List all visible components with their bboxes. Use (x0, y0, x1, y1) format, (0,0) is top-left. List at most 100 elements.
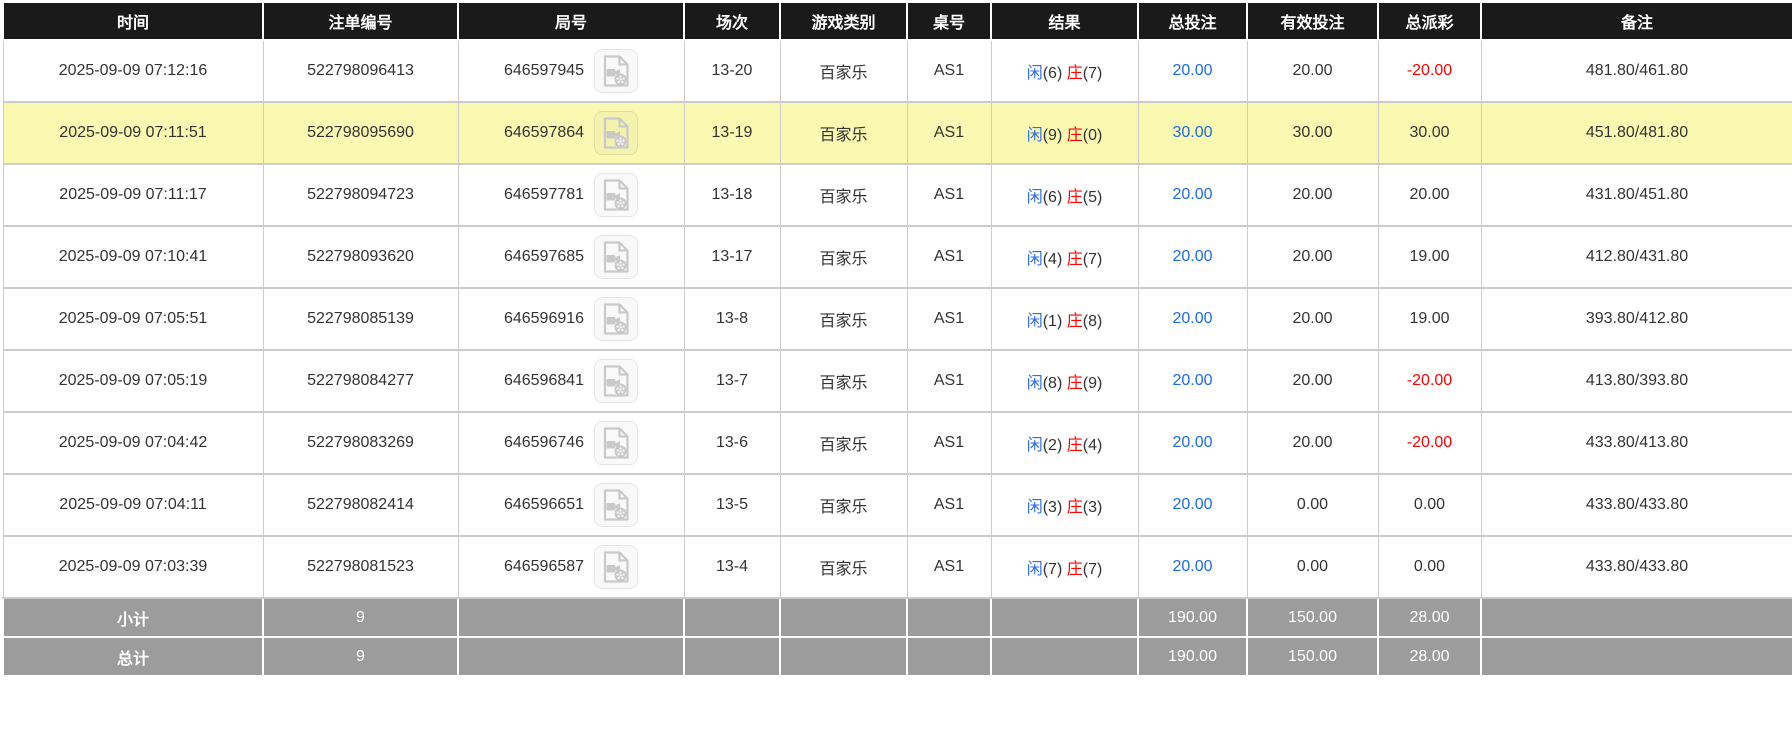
video-record-icon (603, 179, 629, 211)
table-footer: 小计 9 190.00 150.00 28.00 总计 9 190.00 150.00 28.00 (2, 597, 1792, 677)
total-bet-link[interactable]: 20.00 (1172, 248, 1212, 265)
video-replay-button[interactable] (594, 421, 639, 465)
bet-number-cell: 522798093620 (262, 225, 459, 289)
table-row[interactable]: 2025-09-09 07:12:16 522798096413 646597945… (2, 39, 1792, 103)
table-number-cell: AS1 (906, 39, 992, 103)
game-type-cell: 百家乐 (779, 39, 908, 103)
total-bet-link[interactable]: 20.00 (1172, 310, 1212, 327)
time-cell: 2025-09-09 07:10:41 (2, 225, 264, 289)
game-type-cell: 百家乐 (779, 473, 908, 537)
table-row[interactable]: 2025-09-09 07:03:39 522798081523 646596587… (2, 535, 1792, 599)
session-cell: 13-20 (683, 39, 781, 103)
table-row[interactable]: 2025-09-09 07:10:41 522798093620 646597685… (2, 225, 1792, 289)
payout-cell: 30.00 (1377, 101, 1482, 165)
result-cell: 闲(2) 庄(4) (990, 411, 1139, 475)
table-row[interactable]: 2025-09-09 07:11:51 522798095690 646597864… (2, 101, 1792, 165)
footer-empty (457, 597, 685, 638)
video-record-icon (603, 427, 629, 459)
footer-payout: 28.00 (1377, 597, 1482, 638)
game-type-cell: 百家乐 (779, 163, 908, 227)
total-bet-link[interactable]: 20.00 (1172, 62, 1212, 79)
banker-result-value: (9) (1082, 375, 1103, 392)
valid-bet-cell: 20.00 (1246, 163, 1379, 227)
valid-bet-cell: 20.00 (1246, 411, 1379, 475)
time-cell: 2025-09-09 07:12:16 (2, 39, 264, 103)
footer-valid-bet: 150.00 (1246, 597, 1379, 638)
total-bet-link[interactable]: 20.00 (1172, 496, 1212, 513)
total-bet-cell: 20.00 (1137, 411, 1248, 475)
table-number-cell: AS1 (906, 473, 992, 537)
video-replay-button[interactable] (594, 49, 639, 93)
total-bet-cell: 20.00 (1137, 349, 1248, 413)
remark-cell: 451.80/481.80 (1480, 101, 1792, 165)
column-header-time: 时间 (2, 3, 264, 41)
round-number: 646597945 (503, 62, 585, 79)
player-result-label: 闲 (1026, 313, 1043, 330)
table-row[interactable]: 2025-09-09 07:05:19 522798084277 646596841… (2, 349, 1792, 413)
session-cell: 13-5 (683, 473, 781, 537)
table-row[interactable]: 2025-09-09 07:11:17 522798094723 646597781… (2, 163, 1792, 227)
result-cell: 闲(8) 庄(9) (990, 349, 1139, 413)
total-bet-link[interactable]: 20.00 (1172, 558, 1212, 575)
footer-count: 9 (262, 636, 459, 677)
round-number: 646597864 (503, 124, 585, 141)
player-result-label: 闲 (1026, 375, 1043, 392)
player-result-label: 闲 (1026, 437, 1043, 454)
round-number: 646596746 (503, 434, 585, 451)
game-type-cell: 百家乐 (779, 225, 908, 289)
banker-result-value: (7) (1082, 561, 1103, 578)
banker-result-label: 庄 (1066, 437, 1083, 454)
total-bet-link[interactable]: 30.00 (1172, 124, 1212, 141)
video-replay-button[interactable] (594, 359, 639, 403)
video-replay-button[interactable] (594, 545, 639, 589)
total-bet-link[interactable]: 20.00 (1172, 372, 1212, 389)
table-row[interactable]: 2025-09-09 07:04:42 522798083269 646596746… (2, 411, 1792, 475)
footer-valid-bet: 150.00 (1246, 636, 1379, 677)
round-number-cell: 646596651 (457, 473, 685, 537)
table-number-cell: AS1 (906, 349, 992, 413)
player-result-value: (2) (1042, 437, 1067, 454)
valid-bet-cell: 0.00 (1246, 473, 1379, 537)
video-replay-button[interactable] (594, 483, 639, 527)
total-bet-link[interactable]: 20.00 (1172, 186, 1212, 203)
banker-result-value: (7) (1082, 65, 1103, 82)
footer-label: 总计 (2, 636, 264, 677)
header-row: 时间 注单编号 局号 场次 游戏类别 桌号 结果 总投注 有效投注 总派彩 备注 (2, 3, 1792, 41)
total-bet-cell: 20.00 (1137, 473, 1248, 537)
player-result-label: 闲 (1026, 499, 1043, 516)
payout-cell: 0.00 (1377, 473, 1482, 537)
video-record-icon (603, 489, 629, 521)
total-bet-cell: 20.00 (1137, 535, 1248, 599)
game-type-cell: 百家乐 (779, 411, 908, 475)
banker-result-label: 庄 (1066, 561, 1083, 578)
round-number-cell: 646597685 (457, 225, 685, 289)
video-replay-button[interactable] (594, 235, 639, 279)
round-number-cell: 646597945 (457, 39, 685, 103)
player-result-value: (9) (1042, 127, 1067, 144)
table-header: 时间 注单编号 局号 场次 游戏类别 桌号 结果 总投注 有效投注 总派彩 备注 (2, 3, 1792, 41)
table-number-cell: AS1 (906, 163, 992, 227)
video-replay-button[interactable] (594, 297, 639, 341)
table-row[interactable]: 2025-09-09 07:05:51 522798085139 646596916… (2, 287, 1792, 351)
round-number: 646597685 (503, 248, 585, 265)
table-number-cell: AS1 (906, 287, 992, 351)
result-cell: 闲(3) 庄(3) (990, 473, 1139, 537)
valid-bet-cell: 20.00 (1246, 39, 1379, 103)
banker-result-value: (4) (1082, 437, 1103, 454)
column-header-bet_no: 注单编号 (262, 3, 459, 41)
valid-bet-cell: 20.00 (1246, 349, 1379, 413)
column-header-remark: 备注 (1480, 3, 1792, 41)
total-bet-cell: 20.00 (1137, 225, 1248, 289)
column-header-payout: 总派彩 (1377, 3, 1482, 41)
total-bet-link[interactable]: 20.00 (1172, 434, 1212, 451)
round-number: 646596916 (503, 310, 585, 327)
video-replay-button[interactable] (594, 111, 639, 155)
banker-result-value: (0) (1082, 127, 1103, 144)
time-cell: 2025-09-09 07:05:19 (2, 349, 264, 413)
banker-result-label: 庄 (1066, 189, 1083, 206)
table-number-cell: AS1 (906, 225, 992, 289)
payout-cell: -20.00 (1377, 349, 1482, 413)
table-row[interactable]: 2025-09-09 07:04:11 522798082414 646596651… (2, 473, 1792, 537)
video-record-icon (603, 365, 629, 397)
video-replay-button[interactable] (594, 173, 639, 217)
